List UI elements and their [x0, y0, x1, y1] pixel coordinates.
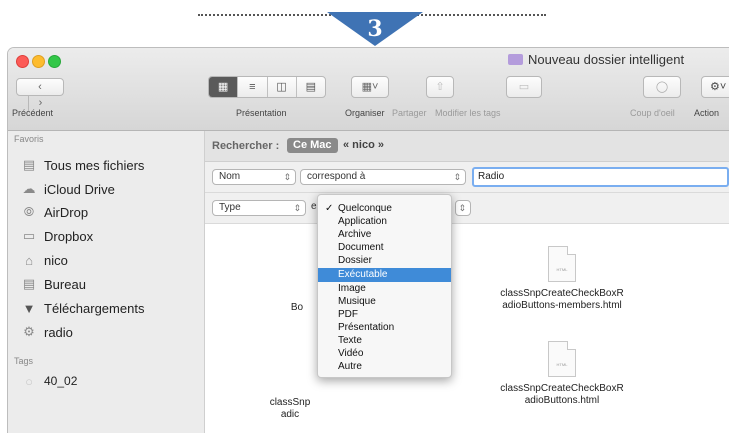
menu-item-executable[interactable]: Exécutable — [318, 268, 451, 282]
sidebar-item-all-files[interactable]: ▤ Tous mes fichiers — [20, 155, 145, 175]
share-label: Partager — [392, 108, 427, 118]
menu-item-autre[interactable]: Autre — [318, 361, 451, 373]
menu-item-document[interactable]: Document — [318, 242, 451, 254]
search-scope-bar: Rechercher : Ce Mac « nico » — [205, 131, 729, 162]
file-item[interactable]: HTML classSnpCreateCheckBoxR adioButtons… — [477, 246, 647, 312]
home-icon: ⌂ — [25, 252, 33, 268]
html-file-icon: HTML — [548, 341, 576, 377]
type-attribute-popup[interactable]: Type ⇕ — [212, 200, 306, 216]
menu-item-dossier[interactable]: Dossier — [318, 255, 451, 267]
view-label: Présentation — [236, 108, 287, 118]
menu-item-quelconque[interactable]: ✓ Quelconque — [318, 203, 451, 215]
file-item[interactable]: classSnp adic — [245, 397, 335, 421]
back-label: Précédent — [12, 108, 54, 118]
sidebar-item-dropbox[interactable]: ▭ Dropbox — [20, 226, 93, 246]
gear-icon: ⚙˅ — [710, 81, 727, 93]
zoom-button[interactable] — [48, 55, 61, 68]
sidebar-item-airdrop[interactable]: ⦾ AirDrop — [20, 202, 88, 222]
action-label: Action — [694, 108, 720, 118]
type-dropdown-menu: ✓ Quelconque Application Archive Document… — [317, 194, 452, 378]
airdrop-icon: ⦾ — [23, 204, 35, 219]
menu-item-archive[interactable]: Archive — [318, 229, 451, 241]
share-button[interactable]: ⇧ — [426, 76, 454, 98]
scope-nico-button[interactable]: « nico » — [343, 139, 384, 151]
action-button[interactable]: ⚙˅ — [701, 76, 729, 98]
criteria-value-field[interactable]: Radio — [472, 167, 729, 187]
sidebar-tag-40-02[interactable]: ○ 40_02 — [20, 371, 77, 391]
menu-item-texte[interactable]: Texte — [318, 335, 451, 347]
criteria-row-name: Nom ⇕ correspond à ⇕ Radio — [205, 162, 729, 193]
cloud-icon: ☁ — [22, 181, 36, 196]
quicklook-label: Coup d'oeil — [630, 108, 675, 118]
view-mode-control[interactable]: ▦ ≡ ◫ ▤ — [208, 76, 326, 98]
column-view-icon[interactable]: ◫ — [266, 77, 296, 97]
menu-item-presentation[interactable]: Présentation — [318, 322, 451, 334]
coverflow-view-icon[interactable]: ▤ — [295, 77, 325, 97]
file-item[interactable]: HTML classSnpCreateCheckBoxR adioButtons… — [477, 341, 647, 407]
popup-arrows-icon: ⇕ — [458, 203, 466, 213]
main-content: Rechercher : Ce Mac « nico » Nom ⇕ corres… — [205, 131, 729, 433]
desktop-icon: ▤ — [22, 276, 36, 291]
tags-button[interactable]: ▭ — [506, 76, 542, 98]
tag-dot-icon: ○ — [25, 373, 33, 389]
window-title: Nouveau dossier intelligent — [508, 52, 684, 67]
smart-folder-icon — [508, 54, 523, 65]
popup-arrows-icon: ⇕ — [293, 203, 301, 213]
attribute-popup[interactable]: Nom ⇕ — [212, 169, 296, 185]
scope-this-mac-button[interactable]: Ce Mac — [287, 138, 338, 153]
menu-item-video[interactable]: Vidéo — [318, 348, 451, 360]
sidebar-item-icloud[interactable]: ☁ iCloud Drive — [20, 179, 115, 199]
menu-item-musique[interactable]: Musique — [318, 296, 451, 308]
step-number: 3 — [367, 16, 383, 42]
eye-icon: ◯ — [655, 81, 669, 93]
folder-icon: ▭ — [22, 228, 36, 243]
sidebar-item-nico[interactable]: ⌂ nico — [20, 250, 68, 270]
back-forward-control[interactable]: ‹› — [16, 78, 64, 111]
menu-item-pdf[interactable]: PDF — [318, 309, 451, 321]
quicklook-button[interactable]: ◯ — [643, 76, 681, 98]
sidebar-item-radio[interactable]: ⚙ radio — [20, 322, 73, 342]
html-file-icon: HTML — [548, 246, 576, 282]
gear-icon: ⚙ — [23, 324, 35, 339]
share-icon: ⇧ — [435, 81, 445, 93]
operator-popup[interactable]: correspond à ⇕ — [300, 169, 466, 185]
close-button[interactable] — [16, 55, 29, 68]
menu-item-application[interactable]: Application — [318, 216, 451, 228]
sidebar-item-downloads[interactable]: ▼ Téléchargements — [20, 298, 145, 318]
all-files-icon: ▤ — [22, 157, 36, 172]
download-icon: ▼ — [22, 300, 36, 316]
tags-header: Tags — [14, 356, 34, 366]
list-view-icon[interactable]: ≡ — [237, 77, 266, 97]
menu-item-image[interactable]: Image — [318, 283, 451, 295]
grid-arrange-icon: ▦˅ — [361, 81, 379, 93]
sidebar-item-bureau[interactable]: ▤ Bureau — [20, 274, 86, 294]
popup-arrows-icon: ⇕ — [283, 172, 291, 182]
criteria-row-type: Type⇕ es ⇕ — [205, 193, 729, 224]
organiser-label: Organiser — [345, 108, 385, 118]
favorites-header: Favoris — [14, 134, 44, 144]
tag-icon: ▭ — [518, 81, 530, 93]
search-label: Rechercher : — [212, 140, 280, 152]
sidebar: Favoris ▤ Tous mes fichiers ☁ iCloud Drive… — [8, 131, 205, 433]
organiser-button[interactable]: ▦˅ — [351, 76, 389, 98]
step-callout: 3 — [327, 12, 423, 46]
icon-view-icon[interactable]: ▦ — [209, 77, 238, 97]
minimize-button[interactable] — [32, 55, 45, 68]
tags-label: Modifier les tags — [435, 108, 501, 118]
toolbar: Nouveau dossier intelligent ‹› Précédent… — [8, 48, 729, 131]
popup-arrows-icon: ⇕ — [453, 172, 461, 182]
type-value-popup-edge[interactable]: ⇕ — [455, 200, 471, 216]
checkmark-icon: ✓ — [325, 203, 334, 214]
back-icon[interactable]: ‹ — [29, 79, 52, 95]
